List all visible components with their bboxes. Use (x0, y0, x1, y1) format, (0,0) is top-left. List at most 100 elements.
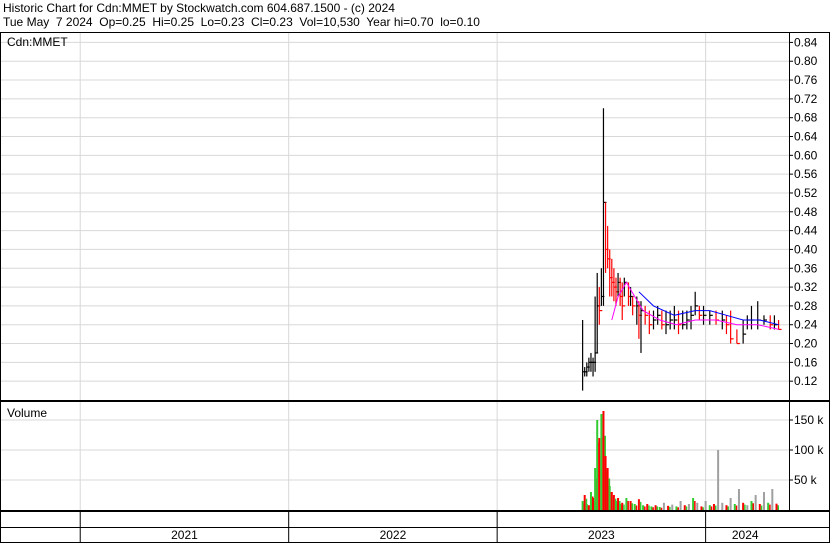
price-tick-label: 0.60 (794, 148, 818, 162)
price-tick-label: 0.40 (794, 242, 818, 256)
price-tick-label: 0.76 (794, 73, 818, 87)
volume-bar (619, 504, 622, 510)
volume-bar-split (656, 506, 659, 510)
volume-bar (708, 505, 711, 510)
volume-bar (729, 498, 732, 510)
volume-bar-split (744, 504, 746, 510)
volume-bar (608, 486, 611, 510)
volume-bar (692, 498, 695, 510)
year-label: 2022 (380, 528, 407, 542)
volume-bar (642, 505, 645, 510)
volume-bar (650, 506, 653, 510)
volume-bar (754, 495, 757, 510)
volume-bar (733, 504, 736, 510)
volume-bar (725, 505, 728, 510)
volume-bar-split (760, 505, 763, 510)
volume-tick-label: 100 k (794, 443, 824, 457)
volume-bar-split (727, 506, 729, 510)
volume-bar (596, 420, 599, 510)
price-tick-label: 0.16 (794, 355, 818, 369)
price-panel-label: Cdn:MMET (7, 35, 68, 49)
volume-bar (592, 498, 595, 510)
year-label: 2021 (171, 528, 198, 542)
price-tick-label: 0.68 (794, 111, 818, 125)
volume-bar (602, 411, 605, 510)
volume-bar-split (635, 505, 638, 510)
volume-bar (625, 498, 628, 510)
volume-bar-split (652, 507, 654, 510)
price-tick-label: 0.72 (794, 92, 818, 106)
volume-bar (767, 502, 770, 510)
volume-bar (637, 499, 640, 510)
volume-bar (667, 505, 670, 510)
price-tick-label: 0.20 (794, 337, 818, 351)
volume-bar-split (685, 506, 688, 510)
volume-bar-split (648, 505, 650, 510)
volume-bar (646, 504, 649, 510)
volume-bar-split (752, 503, 754, 510)
volume-bar (750, 501, 753, 510)
price-tick-label: 0.12 (794, 374, 818, 388)
year-label: 2024 (732, 528, 759, 542)
volume-bar (742, 502, 745, 510)
price-tick-label: 0.64 (794, 130, 818, 144)
volume-bar (614, 501, 617, 510)
volume-bar (737, 489, 740, 510)
price-tick-label: 0.24 (794, 318, 818, 332)
volume-bar-split (677, 507, 679, 510)
volume-bar (610, 492, 613, 510)
volume-bar (585, 504, 588, 510)
price-tick-label: 0.48 (794, 205, 818, 219)
volume-bar (594, 468, 597, 510)
volume-bar-split (669, 506, 671, 510)
volume-bar (617, 498, 620, 510)
volume-bar (679, 501, 682, 510)
volume-bar (746, 505, 749, 510)
year-label: 2023 (588, 528, 615, 542)
volume-bar (658, 507, 661, 510)
volume-bar (583, 495, 586, 510)
volume-bar-split (714, 505, 717, 510)
price-tick-label: 0.28 (794, 299, 818, 313)
price-tick-label: 0.80 (794, 54, 818, 68)
volume-bar (717, 450, 720, 510)
volume-bar (687, 504, 690, 510)
volume-bar-split (623, 504, 625, 510)
volume-bar (700, 506, 703, 510)
volume-bar (587, 505, 590, 510)
price-tick-label: 0.56 (794, 167, 818, 181)
volume-bar (589, 492, 592, 510)
volume-bar (771, 489, 774, 510)
price-tick-label: 0.36 (794, 261, 818, 275)
volume-bar (600, 414, 603, 510)
volume-bar-split (631, 503, 634, 510)
volume-bar-split (627, 501, 629, 510)
price-tick-label: 0.44 (794, 224, 818, 238)
volume-bar (612, 495, 615, 510)
volume-bar (683, 505, 686, 510)
price-tick-label: 0.52 (794, 186, 818, 200)
volume-bar (606, 468, 609, 510)
volume-bar-split (660, 507, 663, 510)
volume-bar (621, 502, 624, 510)
volume-tick-label: 150 k (794, 413, 824, 427)
volume-bar (712, 504, 715, 510)
volume-bar-split (639, 501, 642, 510)
volume-bar (758, 504, 761, 510)
volume-bar (775, 503, 778, 510)
volume-bar (604, 456, 607, 510)
stock-chart: 0.84 0.80 0.76 0.72 0.68 0.64 0.60 0.56 0.52 0.48… (0, 32, 830, 543)
volume-bar (581, 501, 584, 510)
volume-bar (629, 501, 632, 510)
volume-bar-split (694, 501, 696, 510)
volume-bar (696, 502, 699, 510)
volume-bar (762, 492, 765, 510)
volume-tick-label: 50 k (794, 473, 818, 487)
volume-bar-split (777, 505, 779, 510)
volume-bar (675, 506, 678, 510)
volume-panel-label: Volume (7, 406, 47, 420)
volume-bar (654, 505, 657, 510)
volume-bar-split (710, 506, 713, 510)
volume-bar-split (735, 505, 738, 510)
volume-bar-split (644, 506, 646, 510)
